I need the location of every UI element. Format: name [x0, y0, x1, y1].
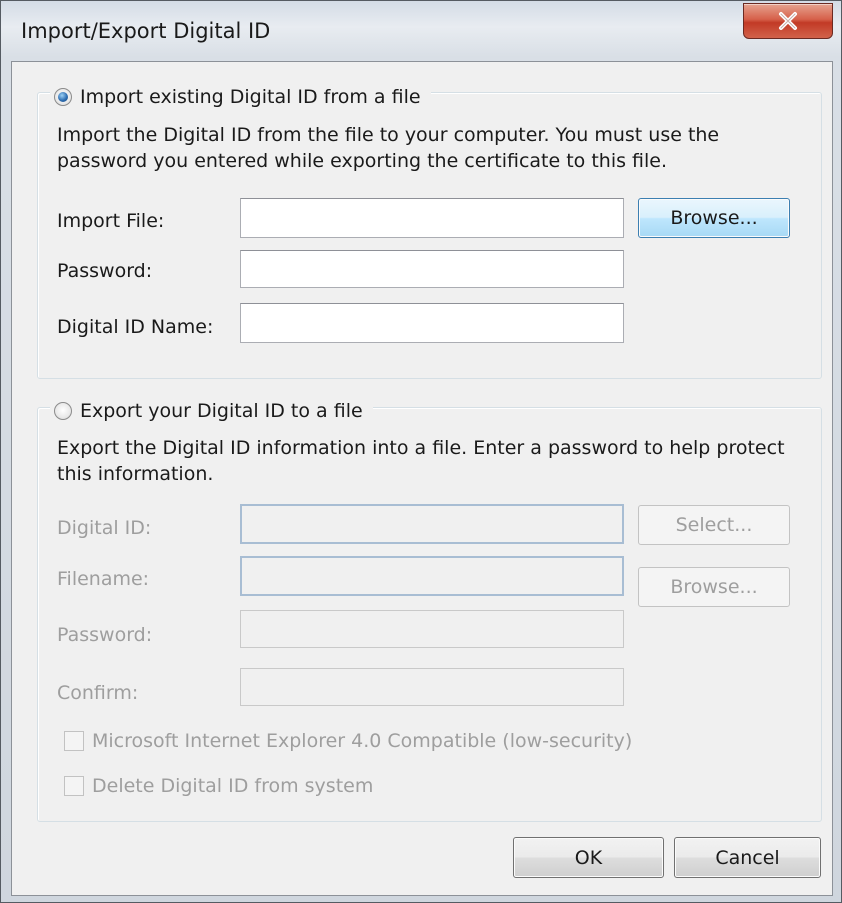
dialog-title: Import/Export Digital ID — [21, 19, 271, 43]
dialog-window: Import/Export Digital ID Import existing… — [0, 0, 842, 903]
import-password-input[interactable] — [240, 250, 624, 288]
export-password-input[interactable] — [240, 610, 624, 648]
export-password-label: Password: — [57, 624, 153, 646]
export-browse-button[interactable]: Browse... — [638, 567, 790, 607]
delete-id-label: Delete Digital ID from system — [92, 775, 374, 797]
import-description: Import the Digital ID from the file to y… — [57, 124, 720, 172]
ie-compatible-checkbox-row[interactable]: Microsoft Internet Explorer 4.0 Compatib… — [64, 730, 632, 752]
close-button[interactable] — [743, 3, 833, 39]
digital-id-name-input[interactable] — [240, 303, 624, 343]
export-confirm-input[interactable] — [240, 668, 624, 706]
export-filename-input[interactable] — [240, 556, 624, 596]
delete-id-checkbox[interactable] — [64, 776, 84, 796]
import-radio-icon — [54, 88, 72, 106]
ie-compatible-label: Microsoft Internet Explorer 4.0 Compatib… — [92, 730, 633, 752]
close-icon — [779, 12, 797, 30]
import-file-label: Import File: — [57, 210, 165, 232]
export-radio-icon — [54, 402, 72, 420]
export-digital-id-label: Digital ID: — [57, 517, 152, 539]
export-digital-id-input[interactable] — [240, 504, 624, 544]
export-confirm-label: Confirm: — [57, 682, 139, 704]
export-filename-label: Filename: — [57, 568, 150, 590]
cancel-button[interactable]: Cancel — [674, 837, 821, 878]
import-option-radio[interactable]: Import existing Digital ID from a file — [50, 83, 431, 111]
export-option-radio[interactable]: Export your Digital ID to a file — [50, 397, 373, 425]
title-bar[interactable]: Import/Export Digital ID — [1, 1, 841, 61]
ie-compatible-checkbox[interactable] — [64, 731, 84, 751]
import-password-label: Password: — [57, 260, 153, 282]
export-description: Export the Digital ID information into a… — [57, 437, 785, 485]
export-option-label: Export your Digital ID to a file — [80, 400, 363, 422]
export-select-button[interactable]: Select... — [638, 505, 790, 545]
import-option-label: Import existing Digital ID from a file — [80, 86, 421, 108]
import-browse-button[interactable]: Browse... — [638, 198, 790, 238]
delete-id-checkbox-row[interactable]: Delete Digital ID from system — [64, 775, 373, 797]
ok-button[interactable]: OK — [513, 837, 664, 878]
dialog-client-area: Import existing Digital ID from a file I… — [11, 61, 833, 896]
digital-id-name-label: Digital ID Name: — [57, 316, 214, 338]
import-file-input[interactable] — [240, 198, 624, 238]
